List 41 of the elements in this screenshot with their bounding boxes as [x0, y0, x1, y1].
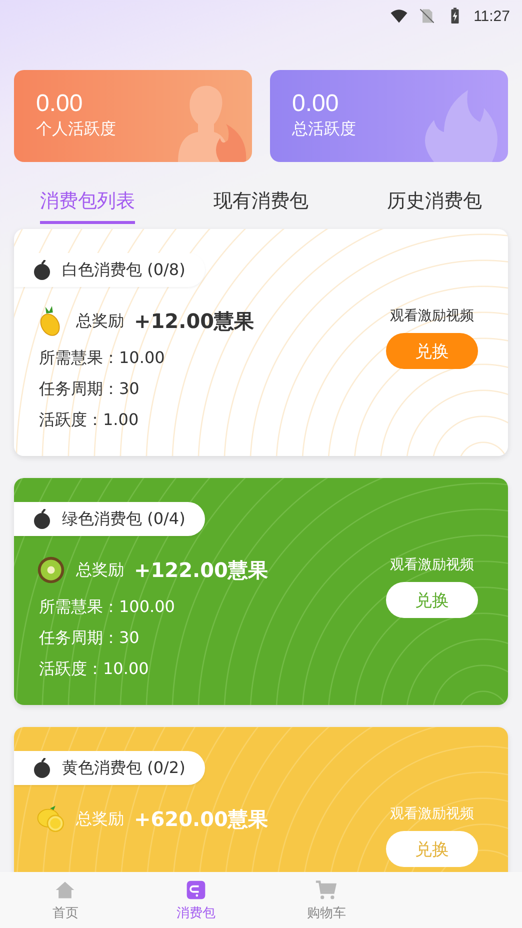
cart-icon: [315, 878, 338, 900]
tab[interactable]: 消费包列表: [40, 184, 135, 224]
package-detail: 所需慧果：10.00: [39, 347, 166, 368]
video-label: 观看激励视频: [390, 307, 474, 325]
reward-label: 总奖励: [76, 310, 124, 332]
reward-amount: +122.00慧果: [134, 556, 268, 584]
activity-label: 个人活跃度: [36, 118, 116, 140]
package-detail: 任务周期：30: [39, 627, 140, 648]
nav-item[interactable]: 消费包: [130, 872, 261, 928]
no-sim-icon: [418, 7, 436, 25]
reward-amount: +12.00慧果: [134, 308, 254, 334]
apple-icon: [32, 509, 52, 529]
exchange-button[interactable]: 兑换: [386, 831, 478, 867]
video-label: 观看激励视频: [390, 556, 474, 574]
video-label: 观看激励视频: [390, 805, 474, 823]
package-title: 黄色消费包 (0/2): [62, 758, 186, 778]
package-detail: 活跃度：10.00: [39, 658, 150, 679]
activity-label: 总活跃度: [292, 118, 356, 140]
tab[interactable]: 现有消费包: [214, 184, 308, 224]
reward-amount: +620.00慧果: [134, 806, 268, 832]
apple-icon: [32, 758, 52, 778]
wifi-icon: [390, 7, 408, 25]
exchange-button[interactable]: 兑换: [386, 333, 478, 369]
activity-value: 0.00: [292, 90, 339, 118]
tab[interactable]: 历史消费包: [387, 184, 482, 224]
package-detail: 所需慧果：100.00: [39, 596, 176, 617]
wallet-icon: [184, 878, 207, 900]
package-title: 绿色消费包 (0/4): [62, 508, 186, 530]
reward-label: 总奖励: [76, 560, 124, 580]
package-title: 白色消费包 (0/8): [62, 260, 186, 280]
activity-value: 0.00: [36, 90, 83, 118]
kiwi-icon: [36, 554, 66, 586]
exchange-button[interactable]: 兑换: [386, 582, 478, 618]
reward-label: 总奖励: [76, 808, 124, 830]
nav-item[interactable]: 首页: [0, 872, 130, 928]
nav-item[interactable]: 购物车: [261, 872, 392, 928]
package-detail: 任务周期：30: [39, 378, 140, 399]
lemon-icon: [36, 803, 66, 835]
package-detail: 活跃度：1.00: [39, 409, 140, 430]
clock-time: 11:27: [474, 8, 510, 24]
apple-icon: [32, 260, 52, 280]
